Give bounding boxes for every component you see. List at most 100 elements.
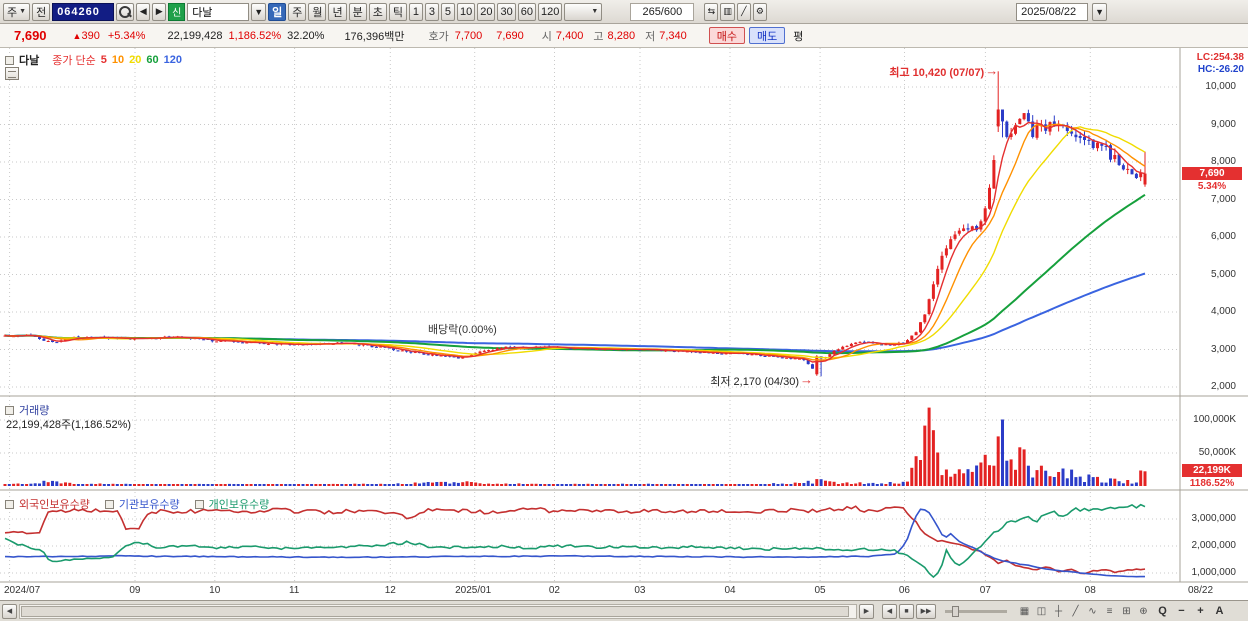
zoom-out-button[interactable]: − <box>1173 604 1190 619</box>
next-arrow-button[interactable]: ▶ <box>152 2 167 21</box>
pane-toggle-icon[interactable] <box>5 405 14 415</box>
hc-value: HC:-26.20 <box>1197 64 1244 75</box>
prev-arrow-button[interactable]: ◀ <box>136 2 151 21</box>
grid-tool-icon[interactable]: ▦ <box>1016 604 1033 619</box>
minute-60-button[interactable]: 60 <box>517 2 536 21</box>
date-picker[interactable]: 2025/08/22 <box>1016 2 1089 21</box>
stop-button[interactable]: ■ <box>899 603 914 619</box>
minute-mode-button[interactable]: 분 <box>348 2 367 21</box>
scrollbar-thumb[interactable] <box>21 605 849 617</box>
speed-slider-thumb[interactable] <box>952 605 959 617</box>
open-label: 시 <box>541 30 552 43</box>
settings-gear-button[interactable]: ⚙ <box>752 2 767 21</box>
volume-value: 22,199,428 <box>167 29 223 42</box>
quote-bar: 7,690 ▲ 390 +5.34% 22,199,428 1,186.52% … <box>0 24 1248 48</box>
legend-symbol-name: 다날 <box>19 55 40 67</box>
pane-toggle-icon[interactable] <box>5 55 14 65</box>
bar-count-field[interactable]: 265/600 <box>630 2 695 21</box>
buy-button[interactable]: 매수 <box>708 27 745 44</box>
stock-dropdown-button[interactable]: ▼ <box>251 2 267 21</box>
line-style-button[interactable]: ╱ <box>736 2 751 21</box>
chart-style-select[interactable]: ▼ <box>564 2 603 21</box>
ask-price: 7,700 <box>454 29 483 42</box>
holdings-series-label-1: 기관보유수량 <box>118 499 180 511</box>
current-price-badge: 7,690 <box>1182 166 1242 180</box>
stock-name-input[interactable] <box>187 2 250 21</box>
scroll-left-button[interactable]: ◀ <box>2 603 17 619</box>
x-axis-end-label: 08/22 <box>1188 585 1214 596</box>
lc-value: LC:254.38 <box>1196 52 1244 63</box>
current-price: 7,690 <box>14 28 47 43</box>
speed-slider[interactable] <box>945 605 1007 617</box>
trade-value: 176,396백만 <box>344 30 405 43</box>
indicator-icon[interactable]: ⊕ <box>1135 604 1152 619</box>
holdings-line-2 <box>4 503 1146 579</box>
chart-canvas[interactable] <box>0 48 1248 600</box>
chart-tool-group: ▦ ◫ ┼ ╱ ∿ ≡ ⊞ ⊕ <box>1016 604 1152 619</box>
candle-style-button[interactable]: ▥ <box>720 2 735 21</box>
date-dropdown-button[interactable]: ▼ <box>1092 2 1107 21</box>
minute-3-button[interactable]: 3 <box>424 2 439 21</box>
stock-code-input[interactable] <box>52 2 115 21</box>
main-toolbar: 주 ▼ 전 ◀ ▶ 신 ▼ 일주월년 분초틱 13510203060120 ▼ … <box>0 0 1248 24</box>
date-value: 2025/08/22 <box>1021 5 1077 18</box>
minute-20-button[interactable]: 20 <box>477 2 496 21</box>
search-button[interactable] <box>116 2 135 21</box>
minute-button-group: 1 3 5 10 20 30 60 120 <box>408 2 563 21</box>
scroll-right-button[interactable]: ▶ <box>859 603 874 619</box>
minute-1-button[interactable]: 1 <box>408 2 423 21</box>
pane-toggle-icon[interactable] <box>194 499 204 509</box>
sell-button[interactable]: 매도 <box>748 27 786 44</box>
minute-10-button[interactable]: 10 <box>456 2 476 21</box>
x-axis-label: 08 <box>1084 585 1096 596</box>
hoga-label: 호가 <box>428 30 449 43</box>
minute-30-button[interactable]: 30 <box>497 2 516 21</box>
current-volume-rate: 1186.52% <box>1189 478 1235 490</box>
volume-bars-layer <box>3 407 1147 486</box>
x-axis-label: 2024/07 <box>4 585 41 596</box>
period-year-button[interactable]: 년 <box>328 2 347 21</box>
chart-scrollbar[interactable] <box>19 603 857 619</box>
menu-list-icon[interactable]: ≡ <box>1101 604 1118 619</box>
crosshair-icon[interactable]: ┼ <box>1050 604 1067 619</box>
minute-5-button[interactable]: 5 <box>440 2 455 21</box>
period-day-button[interactable]: 일 <box>268 2 287 21</box>
chevron-down-icon: ▼ <box>591 8 599 15</box>
price-change: 390 <box>81 29 100 42</box>
change-up-icon: ▲ <box>72 30 82 41</box>
change-percent: +5.34% <box>107 29 146 42</box>
trendline-icon[interactable]: ╱ <box>1067 604 1084 619</box>
pane-toggle-icon[interactable] <box>104 499 114 509</box>
legend-ma-prefix: 종가 단순 <box>52 55 96 67</box>
volume-subtitle: 22,199,428주(1,186.52%) <box>6 419 132 431</box>
step-back-button[interactable]: ◀ <box>882 603 897 619</box>
search-icon <box>119 5 132 18</box>
auto-scale-button[interactable]: A <box>1211 604 1228 619</box>
second-mode-button[interactable]: 초 <box>368 2 387 21</box>
low-price: 7,340 <box>659 29 687 42</box>
minute-120-button[interactable]: 120 <box>537 2 563 21</box>
chart-group-week-select[interactable]: 주 ▼ <box>3 2 31 21</box>
period-button-group: 일주월년 <box>268 2 347 21</box>
open-price: 7,400 <box>555 29 584 42</box>
fast-forward-button[interactable]: ▶▶ <box>916 603 936 619</box>
period-week-button[interactable]: 주 <box>288 2 307 21</box>
wave-indicator-icon[interactable]: ∿ <box>1084 604 1101 619</box>
previous-stock-button[interactable]: 전 <box>32 2 51 21</box>
pane-toggle-icon[interactable] <box>5 499 14 509</box>
chart-settings-icon[interactable] <box>5 67 19 80</box>
avg-label: 평 <box>793 30 804 43</box>
zoom-in-button[interactable]: + <box>1192 604 1209 619</box>
tick-mode-button[interactable]: 틱 <box>388 2 407 21</box>
compare-tool-button[interactable]: ⇆ <box>704 2 719 21</box>
x-axis-label: 11 <box>288 585 300 596</box>
legend-ma-period-5: 5 <box>100 54 107 66</box>
holdings-pane-legend: 외국인보유수량 기관보유수량 개인보유수량 <box>5 496 269 512</box>
ma-60-line <box>4 193 1146 355</box>
add-window-icon[interactable]: ⊞ <box>1118 604 1135 619</box>
zoom-tool-button[interactable]: Q <box>1154 604 1171 619</box>
new-stock-badge: 신 <box>168 2 186 21</box>
period-month-button[interactable]: 월 <box>308 2 327 21</box>
split-view-icon[interactable]: ◫ <box>1033 604 1050 619</box>
chevron-down-icon: ▼ <box>19 8 27 15</box>
